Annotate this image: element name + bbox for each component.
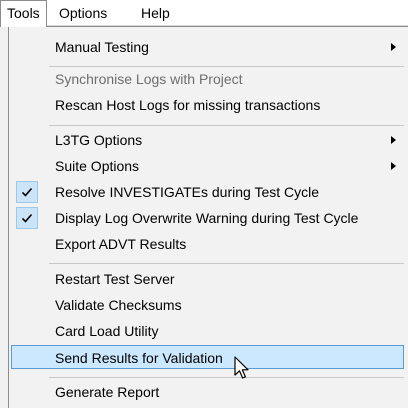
menu-item-label: Manual Testing	[55, 39, 149, 55]
menubar-help[interactable]: Help	[135, 0, 176, 26]
menu-item-suite-options[interactable]: Suite Options	[12, 154, 404, 178]
menu-item-label: Resolve INVESTIGATEs during Test Cycle	[55, 184, 320, 200]
menu-item-label: Restart Test Server	[55, 271, 175, 287]
menu-item-label: Send Results for Validation	[55, 350, 223, 366]
menu-item-label: Export ADVT Results	[55, 236, 187, 252]
menu-item-label: Generate Report	[55, 384, 160, 400]
menu-separator	[49, 125, 404, 126]
menu-item-label: Rescan Host Logs for missing transaction…	[55, 97, 321, 113]
menubar-options[interactable]: Options	[53, 0, 113, 26]
menu-item-generate-report[interactable]: Generate Report	[12, 380, 404, 404]
menu-item-label: Card Load Utility	[55, 323, 159, 339]
menu-item-rescan-host-logs[interactable]: Rescan Host Logs for missing transaction…	[12, 93, 404, 117]
menu-item-restart-test-server[interactable]: Restart Test Server	[12, 267, 404, 291]
menubar-tools[interactable]: Tools	[0, 0, 47, 27]
menu-item-export-advt[interactable]: Export ADVT Results	[12, 232, 404, 256]
menu-item-label: L3TG Options	[55, 132, 143, 148]
tools-dropdown-menu: Manual Testing Synchronise Logs with Pro…	[8, 26, 408, 408]
menu-item-label: Display Log Overwrite Warning during Tes…	[55, 210, 359, 226]
checkmark-icon	[16, 207, 38, 229]
menu-item-display-log-overwrite[interactable]: Display Log Overwrite Warning during Tes…	[12, 206, 404, 230]
menu-item-label: Validate Checksums	[55, 297, 182, 313]
menu-item-send-results[interactable]: Send Results for Validation	[11, 345, 404, 369]
menu-item-label: Synchronise Logs with Project	[55, 71, 243, 87]
menu-item-validate-checksums[interactable]: Validate Checksums	[12, 293, 404, 317]
menu-bar: Tools Options Help	[0, 0, 408, 27]
menu-item-synchronise-logs: Synchronise Logs with Project	[12, 67, 404, 91]
checkmark-icon	[16, 181, 38, 203]
submenu-arrow-icon	[391, 136, 396, 144]
menu-item-label: Suite Options	[55, 158, 140, 174]
menu-separator	[49, 263, 404, 264]
menu-item-resolve-investigates[interactable]: Resolve INVESTIGATEs during Test Cycle	[12, 180, 404, 204]
mouse-cursor-icon	[234, 356, 249, 379]
submenu-arrow-icon	[391, 43, 396, 51]
menu-item-card-load-utility[interactable]: Card Load Utility	[12, 319, 404, 343]
menu-item-manual-testing[interactable]: Manual Testing	[12, 35, 404, 59]
menu-separator	[49, 377, 404, 378]
menu-item-l3tg-options[interactable]: L3TG Options	[12, 128, 404, 152]
submenu-arrow-icon	[391, 162, 396, 170]
